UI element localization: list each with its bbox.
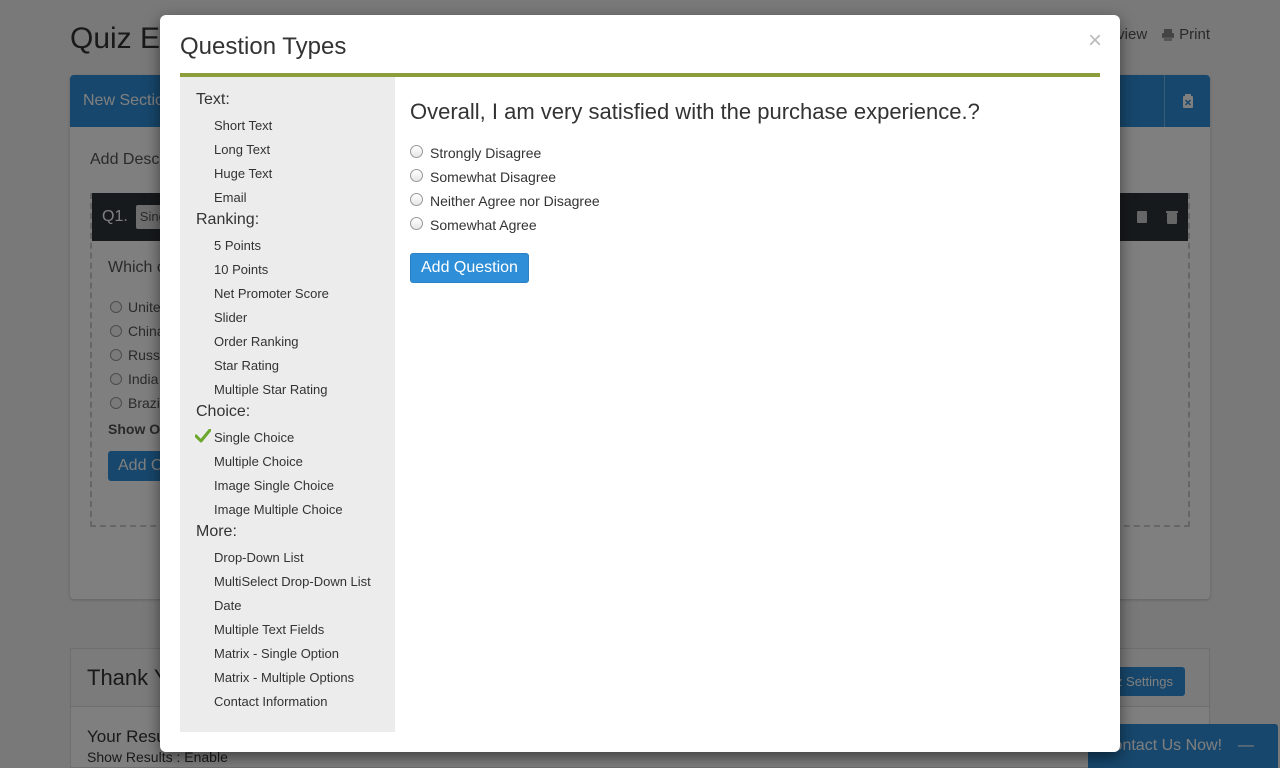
preview-option[interactable]: Neither Agree nor Disagree bbox=[410, 189, 1090, 213]
radio-icon[interactable] bbox=[410, 144, 423, 158]
question-preview: Overall, I am very satisfied with the pu… bbox=[410, 99, 1090, 283]
category-label-ranking: Ranking: bbox=[196, 211, 260, 228]
type-date[interactable]: Date bbox=[180, 594, 395, 618]
type-order-ranking[interactable]: Order Ranking bbox=[180, 330, 395, 354]
preview-option[interactable]: Somewhat Disagree bbox=[410, 165, 1090, 189]
radio-icon[interactable] bbox=[410, 192, 423, 206]
type-multiple-choice[interactable]: Multiple Choice bbox=[180, 450, 395, 474]
type-huge-text[interactable]: Huge Text bbox=[180, 162, 395, 186]
preview-options: Strongly Disagree Somewhat Disagree Neit… bbox=[410, 141, 1090, 237]
type-multiple-text-fields[interactable]: Multiple Text Fields bbox=[180, 618, 395, 642]
close-icon[interactable]: × bbox=[1088, 29, 1102, 53]
question-type-sidebar: Text: Short Text Long Text Huge Text Ema… bbox=[180, 77, 395, 732]
type-long-text[interactable]: Long Text bbox=[180, 138, 395, 162]
type-5-points[interactable]: 5 Points bbox=[180, 234, 395, 258]
type-email[interactable]: Email bbox=[180, 186, 395, 210]
category-label-text: Text: bbox=[196, 91, 230, 108]
type-matrix-multiple-options[interactable]: Matrix - Multiple Options bbox=[180, 666, 395, 690]
type-multiselect-drop-down-list[interactable]: MultiSelect Drop-Down List bbox=[180, 570, 395, 594]
checkmark-icon bbox=[195, 429, 211, 443]
category-label-more: More: bbox=[196, 523, 237, 540]
radio-icon[interactable] bbox=[410, 168, 423, 182]
question-types-modal: Question Types × Text: Short Text Long T… bbox=[160, 15, 1120, 752]
add-question-button[interactable]: Add Question bbox=[410, 253, 529, 283]
preview-option-label: Somewhat Disagree bbox=[430, 169, 557, 185]
type-matrix-single-option[interactable]: Matrix - Single Option bbox=[180, 642, 395, 666]
type-contact-information[interactable]: Contact Information bbox=[180, 690, 395, 714]
radio-icon[interactable] bbox=[410, 216, 423, 230]
preview-option-label: Strongly Disagree bbox=[430, 145, 542, 161]
type-image-single-choice[interactable]: Image Single Choice bbox=[180, 474, 395, 498]
preview-option-label: Neither Agree nor Disagree bbox=[430, 193, 600, 209]
preview-option[interactable]: Somewhat Agree bbox=[410, 213, 1090, 237]
type-single-choice[interactable]: Single Choice bbox=[180, 426, 395, 450]
type-slider[interactable]: Slider bbox=[180, 306, 395, 330]
type-star-rating[interactable]: Star Rating bbox=[180, 354, 395, 378]
type-drop-down-list[interactable]: Drop-Down List bbox=[180, 546, 395, 570]
type-single-choice-label: Single Choice bbox=[214, 430, 295, 445]
type-10-points[interactable]: 10 Points bbox=[180, 258, 395, 282]
preview-question-text: Overall, I am very satisfied with the pu… bbox=[410, 99, 980, 124]
modal-title: Question Types bbox=[180, 33, 347, 60]
preview-option[interactable]: Strongly Disagree bbox=[410, 141, 1090, 165]
type-image-multiple-choice[interactable]: Image Multiple Choice bbox=[180, 498, 395, 522]
preview-option-label: Somewhat Agree bbox=[430, 217, 537, 233]
type-net-promoter-score[interactable]: Net Promoter Score bbox=[180, 282, 395, 306]
type-multiple-star-rating[interactable]: Multiple Star Rating bbox=[180, 378, 395, 402]
category-label-choice: Choice: bbox=[196, 403, 251, 420]
type-short-text[interactable]: Short Text bbox=[180, 114, 395, 138]
